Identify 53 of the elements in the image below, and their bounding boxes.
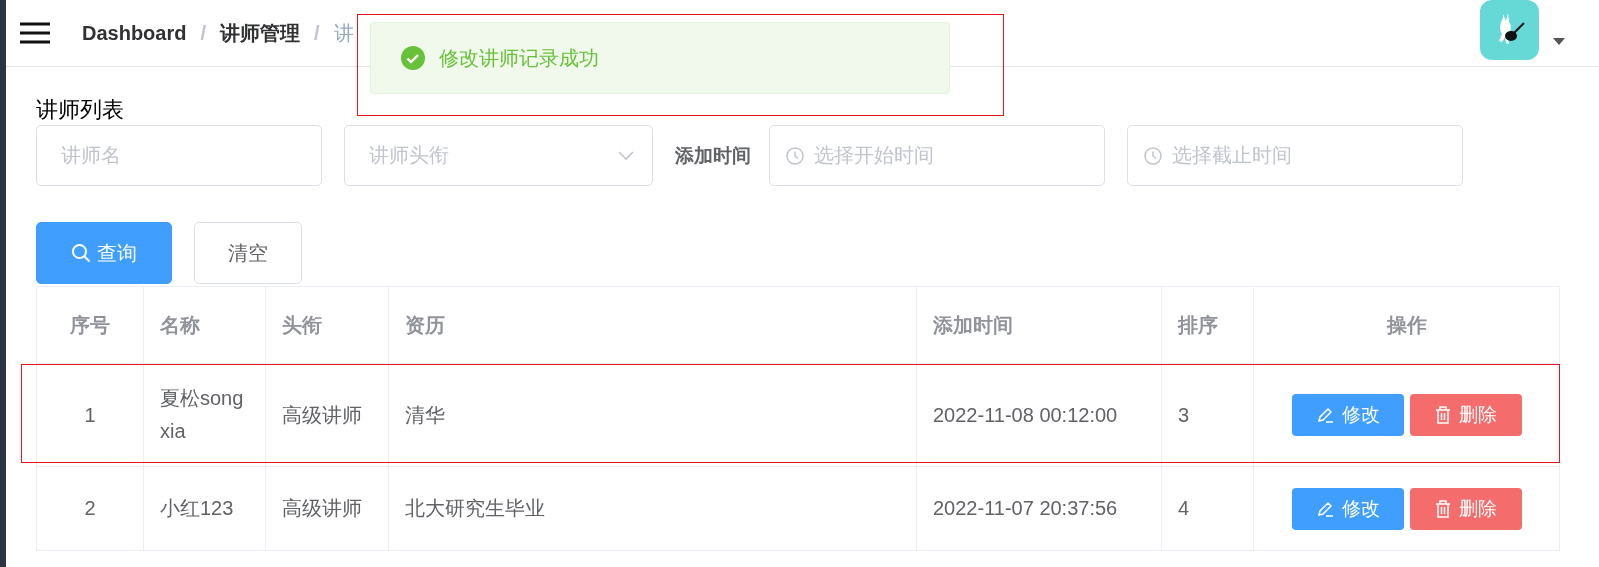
trash-icon [1434,406,1451,424]
table-cell: 2 [37,467,144,550]
breadcrumb-separator: / [314,21,320,45]
table-cell: 2022-11-07 20:37:56 [917,467,1162,550]
delete-button[interactable]: 删除 [1409,487,1522,530]
edit-button[interactable]: 修改 [1291,394,1404,436]
section-title: 讲师列表 [36,97,125,123]
table-cell: 1 [37,364,144,466]
select-field[interactable]: 讲师头衔 [344,125,653,186]
column-header: 操作 [1254,287,1560,363]
column-header: 序号 [37,287,144,363]
table-cell: 夏松song xia [144,364,266,466]
pencil-icon [1315,406,1334,424]
table-cell: 高级讲师 [266,467,389,550]
success-icon [401,46,425,70]
placeholder-text: 选择开始时间 [814,143,934,168]
breadcrumb-item[interactable]: 讲师管理 [220,19,301,47]
table-cell: 清华 [389,364,917,466]
clock-icon [1144,146,1162,165]
breadcrumb-item: 讲 [333,20,354,46]
menu-icon[interactable] [20,22,50,44]
column-header: 排序 [1162,287,1254,363]
column-header: 名称 [144,287,266,363]
chevron-icon [618,150,634,161]
column-header: 头衔 [266,287,389,363]
toast-text: 修改讲师记录成功 [439,45,599,71]
search-icon [71,243,91,263]
date-field[interactable]: 选择截止时间 [1127,125,1463,186]
breadcrumb-separator: / [200,21,207,45]
table-cell: 高级讲师 [266,364,389,466]
clear-button[interactable]: 清空 [194,222,302,284]
breadcrumb-item[interactable]: Dashboard [82,21,187,45]
pencil-icon [1315,499,1334,518]
edit-button[interactable]: 修改 [1291,487,1404,530]
column-header: 添加时间 [917,287,1162,363]
table-cell: 2022-11-08 00:12:00 [917,364,1162,466]
table-cell: 小红123 [144,467,266,550]
placeholder-text: 讲师头衔 [369,143,449,168]
placeholder-text: 选择截止时间 [1172,143,1292,168]
trash-icon [1434,499,1451,518]
placeholder-text: 讲师名 [61,143,121,168]
table-cell: 3 [1162,364,1254,466]
caret-icon[interactable] [1553,38,1565,46]
field-label: 添加时间 [675,143,751,168]
delete-button[interactable]: 删除 [1409,394,1522,436]
table-cell: 4 [1162,467,1254,550]
date-field[interactable]: 选择开始时间 [769,125,1105,186]
table-cell: 北大研究生毕业 [389,467,917,550]
clock-icon [786,146,804,165]
search-button[interactable]: 查询 [36,222,172,284]
column-header: 资历 [389,287,917,363]
avatar[interactable] [1480,0,1539,60]
input-field[interactable]: 讲师名 [36,125,322,186]
